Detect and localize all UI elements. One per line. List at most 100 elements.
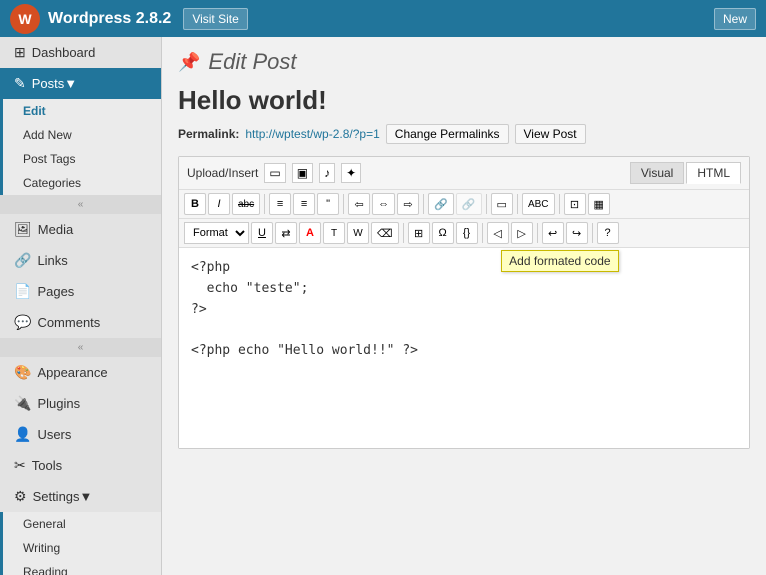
- insert-image-button[interactable]: ▭: [491, 193, 513, 215]
- appearance-icon: 🎨: [14, 364, 31, 381]
- sidebar-item-label-dashboard: Dashboard: [32, 45, 96, 60]
- sidebar-item-label-links: Links: [37, 253, 67, 268]
- editor-container: Upload/Insert ▭ ▣ ♪ ✦ Visual HTML B I ab…: [178, 156, 750, 449]
- align-left-button[interactable]: ⇦: [348, 193, 370, 215]
- sidebar-collapse-1[interactable]: «: [0, 195, 161, 214]
- posts-icon: ✎: [14, 75, 26, 92]
- visit-site-button[interactable]: Visit Site: [183, 8, 247, 30]
- editor-content[interactable]: <?php echo "teste"; ?> <?php echo "Hello…: [179, 248, 749, 448]
- upload-insert: Upload/Insert ▭ ▣ ♪ ✦: [187, 163, 361, 183]
- undo-button[interactable]: ↩: [542, 222, 564, 244]
- separator-6: [559, 194, 560, 214]
- ordered-list-button[interactable]: ≡: [293, 193, 315, 215]
- post-title: Hello world!: [178, 85, 750, 116]
- redo-button[interactable]: ↪: [566, 222, 588, 244]
- italic-button[interactable]: I: [208, 193, 230, 215]
- paste-word-button[interactable]: W: [347, 222, 369, 244]
- permalink-url: http://wptest/wp-2.8/?p=1: [245, 127, 379, 141]
- comments-icon: 💬: [14, 314, 31, 331]
- page-title: Edit Post: [208, 49, 296, 75]
- upload-image-button[interactable]: ▭: [264, 163, 285, 183]
- submenu-item-post-tags[interactable]: Post Tags: [3, 147, 161, 171]
- sidebar-item-links[interactable]: 🔗 Links: [0, 245, 161, 276]
- link-button[interactable]: 🔗: [428, 193, 454, 215]
- unordered-list-button[interactable]: ≡: [269, 193, 291, 215]
- pages-icon: 📄: [14, 283, 31, 300]
- blockquote-button[interactable]: ": [317, 193, 339, 215]
- upload-insert-label: Upload/Insert: [187, 166, 258, 180]
- submenu-item-add-new[interactable]: Add New: [3, 123, 161, 147]
- sidebar-item-appearance[interactable]: 🎨 Appearance: [0, 357, 161, 388]
- help-button[interactable]: ?: [597, 222, 619, 244]
- pin-icon: 📌: [178, 52, 200, 73]
- submenu-item-categories[interactable]: Categories: [3, 171, 161, 195]
- sidebar-item-posts[interactable]: ✎ Posts ▼: [0, 68, 161, 99]
- underline-button[interactable]: U: [251, 222, 273, 244]
- clear-format-button[interactable]: ⌫: [371, 222, 399, 244]
- custom-code-button[interactable]: {}: [456, 222, 478, 244]
- paste-text-button[interactable]: T: [323, 222, 345, 244]
- users-icon: 👤: [14, 426, 31, 443]
- permalink-label: Permalink:: [178, 127, 239, 141]
- sidebar-item-dashboard[interactable]: ⊞ Dashboard: [0, 37, 161, 68]
- indent-less-button[interactable]: ◁: [487, 222, 509, 244]
- tab-html[interactable]: HTML: [686, 162, 741, 184]
- submenu-item-general[interactable]: General: [3, 512, 161, 536]
- tools-icon: ✂: [14, 457, 26, 474]
- help-button-container: ? Add formated code: [597, 222, 619, 244]
- new-button[interactable]: New: [714, 8, 756, 30]
- wp-logo: W: [10, 4, 40, 34]
- main-content: 📌 Edit Post Hello world! Permalink: http…: [162, 37, 766, 575]
- sidebar-item-media[interactable]: 🖼 Media: [0, 214, 161, 245]
- tooltip-add-formatted-code: Add formated code: [501, 250, 618, 272]
- submenu-item-writing[interactable]: Writing: [3, 536, 161, 560]
- align-right-button[interactable]: ⇨: [397, 193, 419, 215]
- submenu-item-reading[interactable]: Reading: [3, 560, 161, 575]
- bold-button[interactable]: B: [184, 193, 206, 215]
- upload-video-button[interactable]: ▣: [292, 163, 313, 183]
- sidebar-item-settings[interactable]: ⚙ Settings ▼: [0, 481, 161, 512]
- sidebar-item-tools[interactable]: ✂ Tools: [0, 450, 161, 481]
- format-select[interactable]: Format: [184, 222, 249, 244]
- tab-visual[interactable]: Visual: [630, 162, 684, 184]
- settings-submenu: General Writing Reading: [0, 512, 161, 575]
- separator-3: [423, 194, 424, 214]
- content-line-3: ?>: [191, 300, 737, 321]
- sidebar-item-label-media: Media: [38, 222, 73, 237]
- sidebar-item-label-posts: Posts: [32, 76, 65, 91]
- special-chars-button[interactable]: Ω: [432, 222, 454, 244]
- sidebar-collapse-2[interactable]: «: [0, 338, 161, 357]
- view-post-button[interactable]: View Post: [515, 124, 586, 144]
- separator-2: [343, 194, 344, 214]
- sidebar-item-users[interactable]: 👤 Users: [0, 419, 161, 450]
- unlink-button[interactable]: 🔗: [456, 193, 482, 215]
- strikethrough-button[interactable]: abc: [232, 193, 260, 215]
- upload-audio-button[interactable]: ♪: [319, 163, 335, 183]
- align-center-button[interactable]: ⇔: [372, 193, 395, 215]
- justify-button[interactable]: ⇄: [275, 222, 297, 244]
- change-permalinks-button[interactable]: Change Permalinks: [386, 124, 509, 144]
- insert-table-button[interactable]: ⊞: [408, 222, 430, 244]
- fullscreen-button[interactable]: ⊡: [564, 193, 586, 215]
- separator-5: [517, 194, 518, 214]
- settings-icon: ⚙: [14, 488, 27, 505]
- posts-arrow: ▼: [64, 76, 77, 91]
- separator-8: [482, 223, 483, 243]
- spell-check-button[interactable]: ABC: [522, 193, 555, 215]
- content-line-2: echo "teste";: [191, 279, 737, 300]
- topbar: W Wordpress 2.8.2 Visit Site New: [0, 0, 766, 37]
- sidebar-item-plugins[interactable]: 🔌 Plugins: [0, 388, 161, 419]
- sidebar-item-comments[interactable]: 💬 Comments: [0, 307, 161, 338]
- upload-misc-button[interactable]: ✦: [341, 163, 361, 183]
- sidebar-item-label-plugins: Plugins: [37, 396, 80, 411]
- content-line-5: <?php echo "Hello world!!" ?>: [191, 341, 737, 362]
- indent-more-button[interactable]: ▷: [511, 222, 533, 244]
- permalink-row: Permalink: http://wptest/wp-2.8/?p=1 Cha…: [178, 124, 750, 144]
- submenu-item-edit[interactable]: Edit: [3, 99, 161, 123]
- font-color-button[interactable]: A: [299, 222, 321, 244]
- content-line-1: <?php: [191, 258, 737, 279]
- sidebar-item-pages[interactable]: 📄 Pages: [0, 276, 161, 307]
- layout: ⊞ Dashboard ✎ Posts ▼ Edit Add New Post …: [0, 37, 766, 575]
- show-hide-button[interactable]: ▦: [588, 193, 610, 215]
- sidebar-item-label-tools: Tools: [32, 458, 62, 473]
